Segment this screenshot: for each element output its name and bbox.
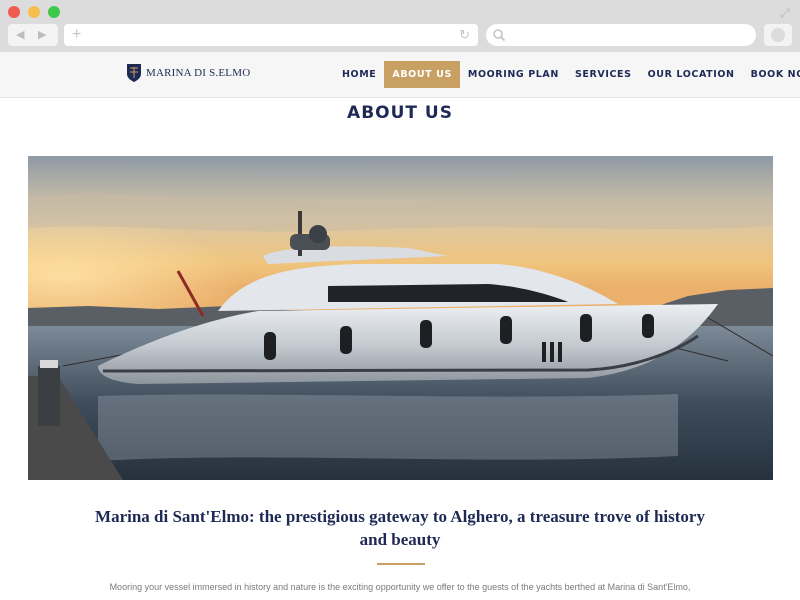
nav-our-location[interactable]: OUR LOCATION <box>640 61 743 88</box>
extension-button[interactable] <box>764 24 792 46</box>
shield-crest-icon <box>127 64 141 82</box>
forward-button[interactable]: ▶ <box>38 27 46 43</box>
main-nav: HOME ABOUT US MOORING PLAN SERVICES OUR … <box>334 61 800 88</box>
minimize-window-button[interactable] <box>28 6 40 18</box>
nav-home[interactable]: HOME <box>334 61 384 88</box>
circle-icon <box>771 28 785 42</box>
site-logo[interactable]: MARINA DI S.ELMO <box>126 62 250 84</box>
reload-icon[interactable]: ↻ <box>459 27 470 43</box>
section-headline: Marina di Sant'Elmo: the prestigious gat… <box>95 507 705 549</box>
new-tab-icon[interactable]: + <box>72 26 81 44</box>
nav-book-now[interactable]: BOOK NOW <box>743 61 800 88</box>
search-icon <box>493 29 506 42</box>
nav-services[interactable]: SERVICES <box>567 61 640 88</box>
history-nav: ◀ ▶ <box>8 24 58 46</box>
nav-mooring-plan[interactable]: MOORING PLAN <box>460 61 567 88</box>
nav-about-us[interactable]: ABOUT US <box>384 61 460 88</box>
address-bar[interactable]: + ↻ <box>64 24 478 46</box>
intro-paragraph: Mooring your vessel immersed in history … <box>109 582 691 592</box>
browser-chrome: ⤢ ◀ ▶ + ↻ <box>0 0 800 52</box>
site-header: MARINA DI S.ELMO HOME ABOUT US MOORING P… <box>0 52 800 98</box>
fullscreen-icon[interactable]: ⤢ <box>778 6 792 20</box>
gold-divider <box>377 563 425 565</box>
hero-image <box>28 156 773 480</box>
back-button[interactable]: ◀ <box>16 27 24 43</box>
close-window-button[interactable] <box>8 6 20 18</box>
logo-text: MARINA DI S.ELMO <box>146 67 251 79</box>
browser-search-input[interactable] <box>486 24 756 46</box>
maximize-window-button[interactable] <box>48 6 60 18</box>
page-title: ABOUT US <box>347 103 453 123</box>
